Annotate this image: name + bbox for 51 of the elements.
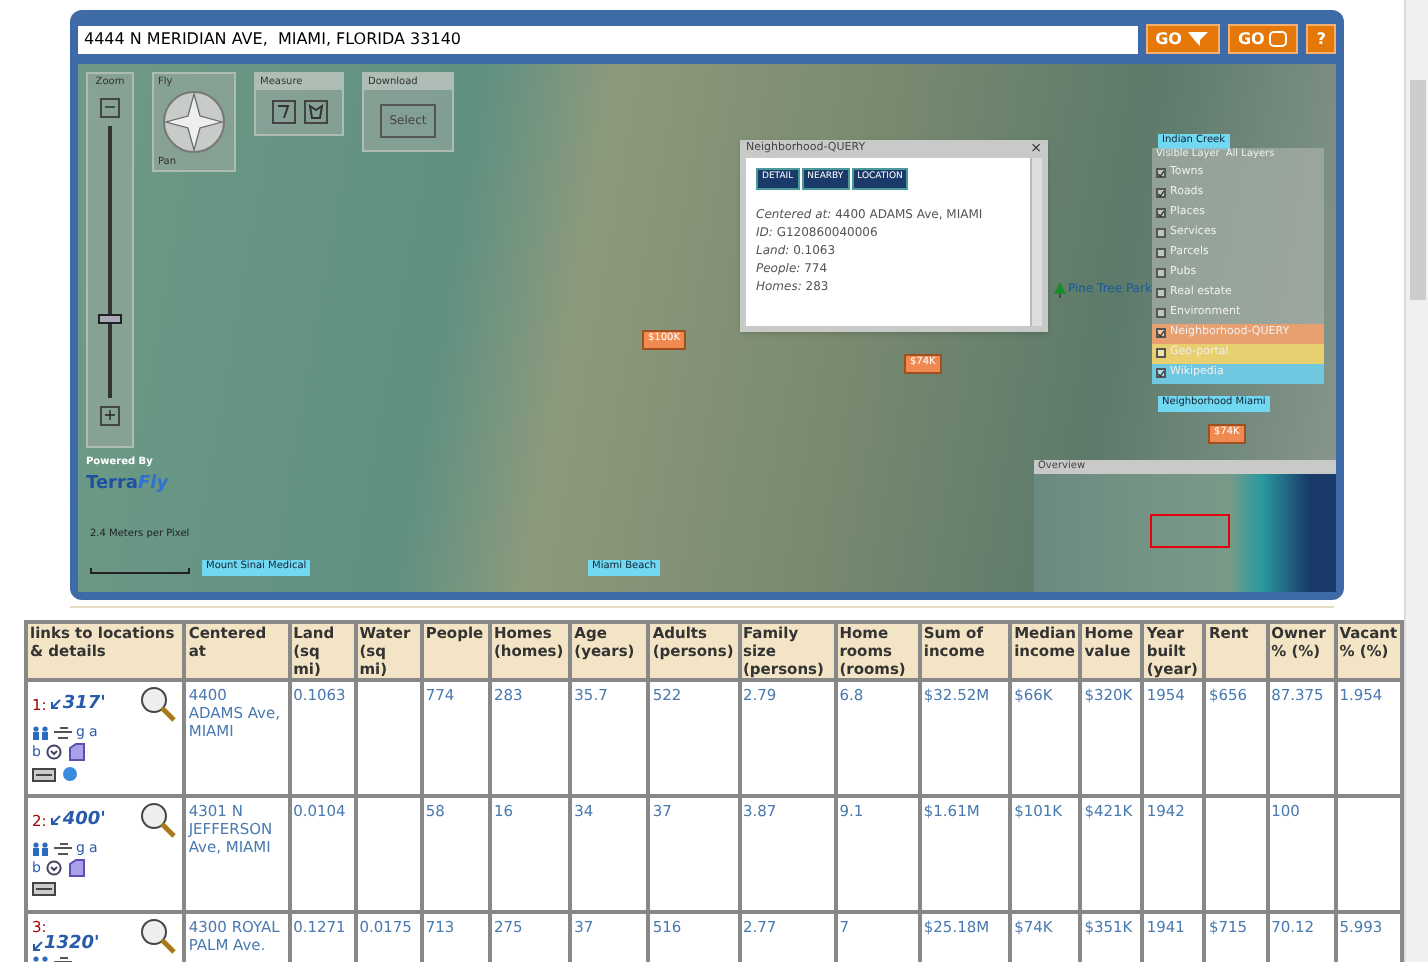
document-icon[interactable]	[68, 742, 87, 762]
checkbox[interactable]	[1156, 228, 1166, 238]
id-card-icon[interactable]	[32, 882, 56, 896]
distance-link[interactable]: 1320'	[44, 936, 100, 954]
magnifier-icon[interactable]	[138, 918, 179, 954]
road-icon[interactable]	[54, 842, 72, 856]
table-cell	[355, 796, 422, 912]
people-icon[interactable]	[32, 726, 50, 740]
zoom-out-button[interactable]: −	[100, 98, 120, 118]
scrollbar[interactable]	[1030, 158, 1042, 326]
checkbox[interactable]	[1156, 308, 1166, 318]
compass-icon[interactable]	[162, 90, 226, 154]
zoom-in-button[interactable]: +	[100, 406, 120, 426]
zoom-slider-track[interactable]	[96, 126, 124, 398]
arrow-icon	[50, 814, 63, 826]
check-icon	[1158, 209, 1164, 217]
checkbox[interactable]	[1156, 348, 1166, 358]
scroll-thumb[interactable]	[1409, 80, 1425, 300]
people-icon[interactable]	[32, 842, 50, 856]
table-cell	[1204, 796, 1268, 912]
help-circle-icon[interactable]	[62, 766, 78, 782]
checkbox[interactable]	[1156, 208, 1166, 218]
checkbox[interactable]	[1156, 188, 1166, 198]
distance-link[interactable]: 317'	[62, 695, 106, 713]
circle-arrow-icon[interactable]	[46, 744, 63, 760]
arrow-icon	[32, 939, 44, 951]
id-card-icon[interactable]	[32, 767, 56, 781]
zoom-slider-thumb[interactable]	[98, 314, 122, 325]
terrafly-logo: TerraFly	[86, 471, 169, 497]
check-icon	[1158, 369, 1164, 377]
circle-arrow-icon[interactable]	[46, 860, 63, 876]
scale-bar	[90, 568, 190, 574]
road-icon[interactable]	[54, 726, 72, 740]
check-icon	[1158, 189, 1164, 197]
checkbox[interactable]	[1156, 288, 1166, 298]
distance-link[interactable]: 400'	[62, 811, 106, 829]
checkbox[interactable]	[1156, 268, 1166, 278]
magnifier-icon[interactable]	[138, 686, 179, 722]
checkbox[interactable]	[1156, 368, 1166, 378]
check-icon	[1158, 169, 1164, 177]
arrow-icon	[50, 698, 63, 710]
document-icon[interactable]	[68, 858, 87, 878]
tree-icon	[1054, 281, 1066, 297]
check-icon	[1158, 329, 1164, 337]
table-cell	[355, 680, 422, 796]
address-field[interactable]: 4444 N MERIDIAN AVE, MIAMI, FLORIDA 33140	[78, 25, 1138, 53]
checkbox[interactable]	[1156, 168, 1166, 178]
scrollbar[interactable]	[1404, 0, 1428, 962]
checkbox[interactable]	[1156, 328, 1166, 338]
checkbox[interactable]	[1156, 248, 1166, 258]
magnifier-icon[interactable]	[138, 802, 179, 838]
